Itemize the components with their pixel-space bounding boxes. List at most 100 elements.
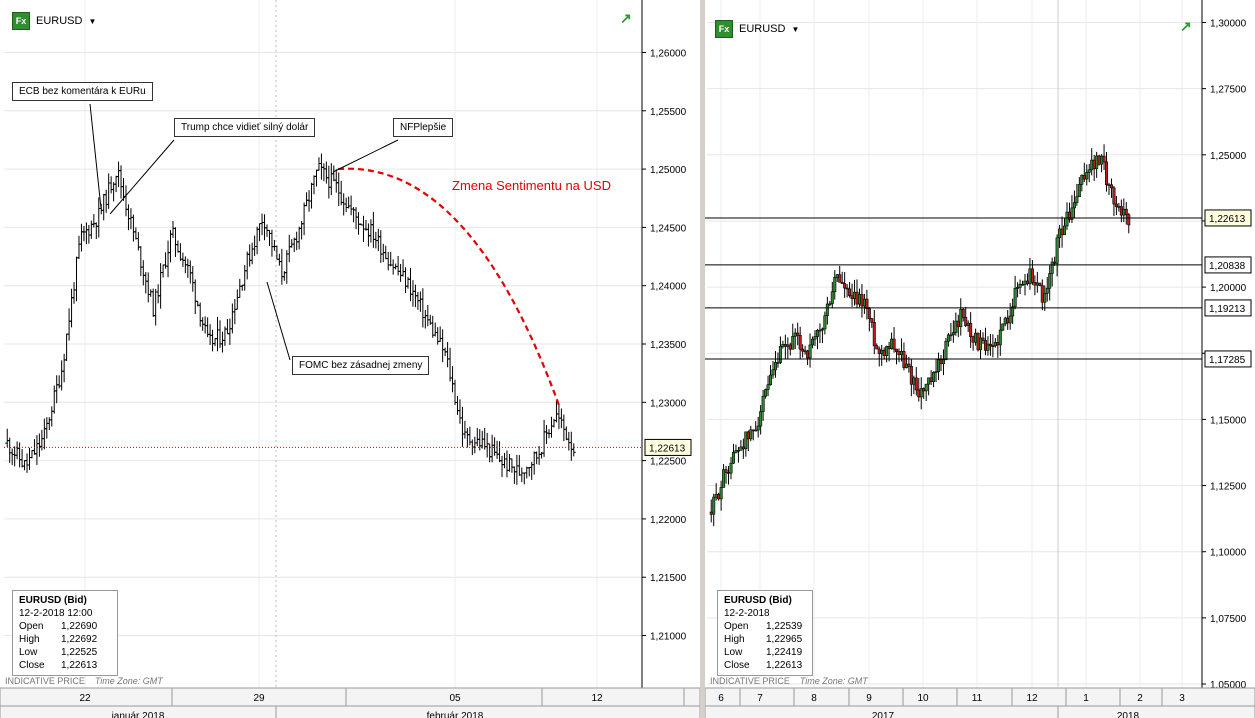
candle-body: [899, 351, 903, 355]
candle-body: [1090, 159, 1094, 171]
candle-body: [1127, 214, 1131, 226]
candle-body: [813, 336, 817, 340]
candle-body: [801, 348, 805, 352]
info-title: EURUSD (Bid): [724, 595, 792, 606]
candle-body: [731, 452, 735, 464]
candle-body: [867, 308, 871, 319]
y-tick-label: 1,21000: [650, 632, 687, 643]
trend-up-icon[interactable]: ↗: [1180, 18, 1192, 35]
x-tick-label: 11: [972, 693, 983, 704]
candle-body: [781, 344, 785, 347]
timezone-text: Time Zone: GMT: [799, 676, 868, 686]
candle-body: [729, 462, 733, 474]
candle-body: [1080, 174, 1084, 185]
candle-body: [741, 446, 745, 450]
y-tick-label: 1,24500: [650, 223, 687, 234]
left-info-box: EURUSD (Bid) 12-2-2018 12:00 Open 1,22690…: [12, 590, 118, 676]
candle-body: [885, 346, 889, 356]
candle-body: [939, 359, 943, 365]
right-symbol-selector[interactable]: Fx EURUSD ▼: [715, 20, 799, 38]
y-tick-label: 1,26000: [650, 48, 687, 59]
right-chart-panel[interactable]: 1,300001,275001,250001,225001,200001,175…: [705, 0, 1255, 718]
y-tick-label: 1,07500: [1210, 614, 1247, 625]
candle-body: [983, 340, 987, 351]
trend-up-icon[interactable]: ↗: [620, 10, 632, 27]
candle-body: [988, 343, 992, 347]
candle-body: [719, 487, 723, 500]
info-row: High 1,22692: [19, 633, 111, 646]
candle-body: [845, 287, 849, 290]
candle-body: [850, 295, 854, 299]
candle-body: [766, 384, 770, 390]
y-tick-label: 1,24000: [650, 282, 687, 293]
x-tick-label: 8: [811, 693, 817, 704]
timezone-text: Time Zone: GMT: [94, 676, 163, 686]
info-key: High: [19, 634, 40, 645]
candle-body: [951, 332, 955, 336]
candle-body: [1097, 155, 1101, 165]
candle-body: [1119, 206, 1123, 216]
candle-body: [764, 389, 768, 397]
annotation-trump: Trump chce vidieť silný dolár: [174, 118, 316, 137]
x-tick-label: 9: [866, 693, 872, 704]
candle-body: [773, 362, 777, 371]
candle-body: [966, 323, 970, 326]
candle-body: [1060, 228, 1064, 236]
candle-body: [956, 320, 960, 327]
y-tick-label: 1,10000: [1210, 548, 1247, 559]
info-datetime: 12-2-2018: [724, 608, 770, 619]
candle-body: [914, 377, 918, 391]
candle-body: [1023, 280, 1027, 285]
candle-body: [848, 288, 852, 297]
info-value: 1,22690: [61, 621, 98, 632]
info-title: EURUSD (Bid): [19, 595, 87, 606]
annotation-leader-fomc: [266, 281, 291, 361]
candle-body: [959, 309, 963, 327]
info-key: Open: [19, 621, 44, 632]
right-info-box: EURUSD (Bid) 12-2-2018 Open 1,22539 High 1…: [717, 590, 813, 676]
candle-body: [1058, 228, 1062, 239]
chevron-down-icon[interactable]: ▼: [791, 25, 799, 34]
candle-body: [986, 343, 990, 351]
candle-body: [736, 450, 740, 452]
info-value: 1,22539: [766, 621, 803, 632]
x-tick-label: 2: [1137, 693, 1143, 704]
candle-body: [1124, 208, 1128, 216]
left-symbol-selector[interactable]: Fx EURUSD ▼: [12, 12, 96, 30]
candle-body: [1063, 225, 1067, 236]
chevron-down-icon[interactable]: ▼: [88, 17, 96, 26]
annotation-leader-ecb: [89, 103, 102, 209]
candle-body: [1117, 206, 1121, 208]
info-row: Low 1,22525: [19, 646, 111, 659]
fx-icon: Fx: [715, 20, 733, 38]
candle-body: [993, 342, 997, 347]
candle-body: [820, 328, 824, 331]
info-row: Close 1,22613: [19, 659, 111, 672]
candle-body: [739, 446, 743, 451]
info-key: Close: [724, 660, 750, 671]
candle-body: [949, 334, 953, 337]
left-chart-panel[interactable]: 1,26000 1,25500 1,25000 1,24500 1,24000 1,235…: [0, 0, 700, 718]
x-tick-label: 6: [718, 693, 724, 704]
candle-body: [793, 332, 797, 337]
indicative-text: INDICATIVE PRICE: [5, 676, 85, 686]
candle-body: [1087, 169, 1091, 173]
candle-body: [798, 335, 802, 350]
candle-body: [1100, 155, 1104, 165]
x-tick-label: 3: [1179, 693, 1185, 704]
candle-body: [1122, 208, 1126, 216]
candle-body: [823, 315, 827, 330]
y-tick-label: 1,25000: [1210, 151, 1247, 162]
candle-body: [875, 345, 879, 350]
candle-body: [835, 274, 839, 278]
candle-body: [979, 337, 983, 351]
y-tick-label: 1,23000: [650, 398, 687, 409]
candle-body: [991, 345, 995, 348]
x-axis-period-strip: [0, 705, 700, 718]
candle-body: [934, 371, 938, 373]
candle-body: [786, 344, 790, 347]
x-month-label: január 2018: [111, 711, 165, 718]
candle-body: [909, 366, 913, 385]
candle-body: [808, 344, 812, 359]
candle-body: [917, 389, 921, 398]
